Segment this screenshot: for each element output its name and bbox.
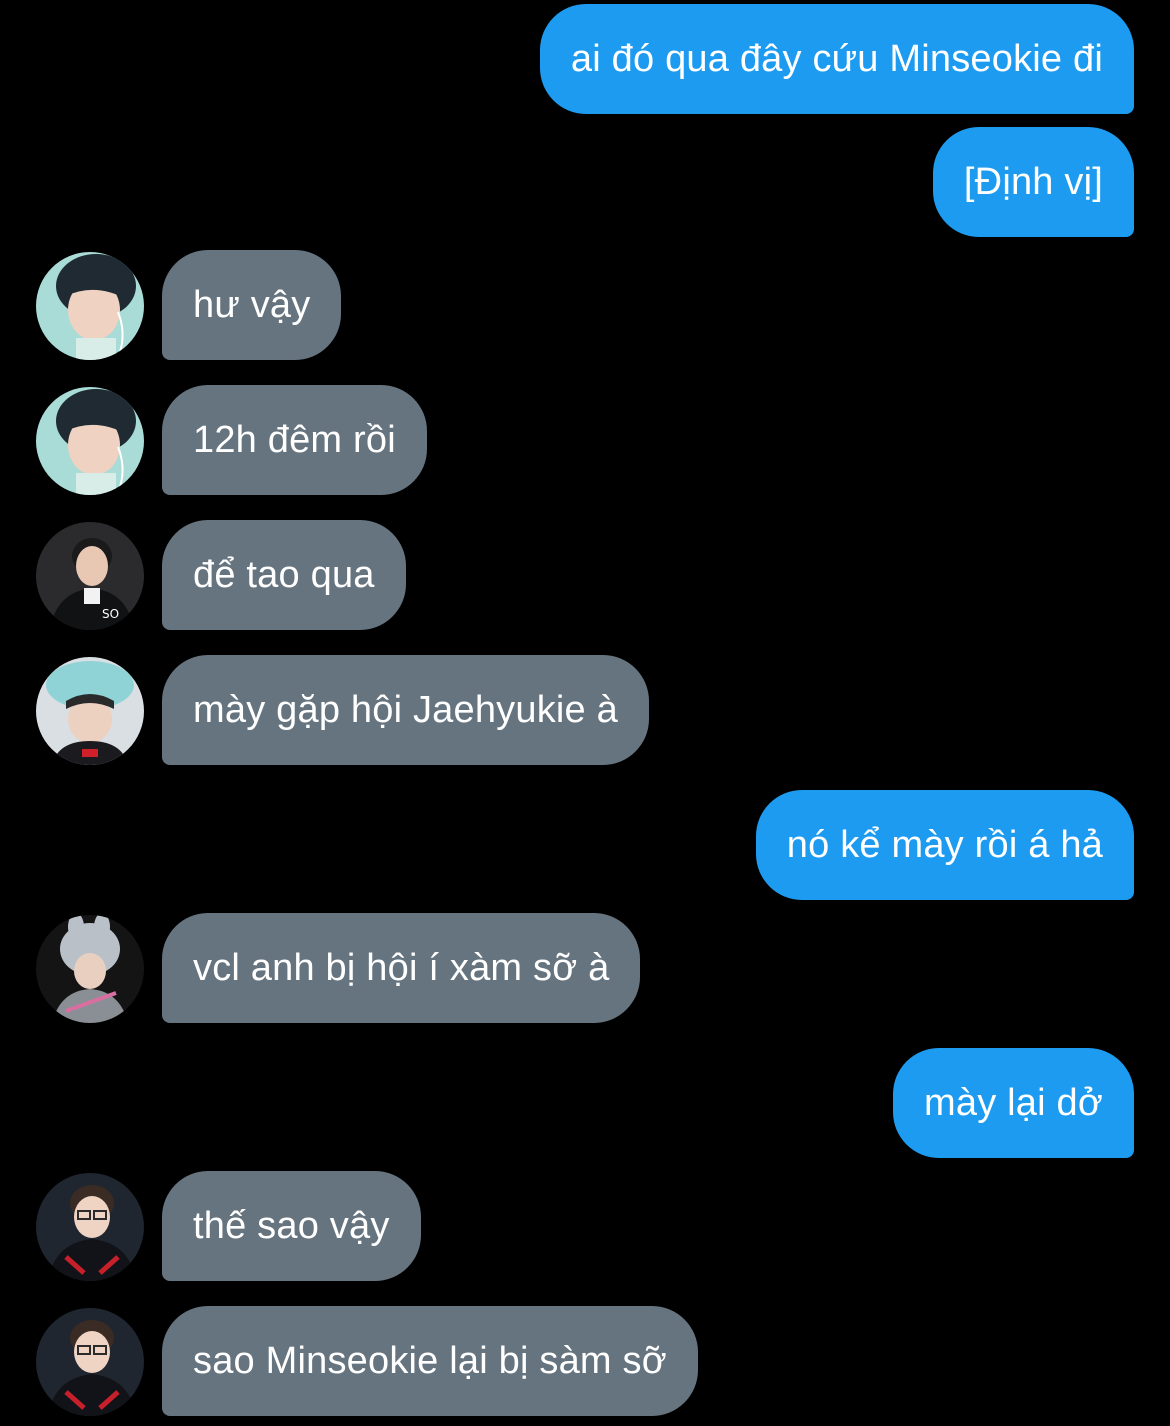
message-text: sao Minseokie lại bị sàm sỡ <box>193 1339 667 1382</box>
message-text: thế sao vậy <box>193 1204 390 1247</box>
outgoing-message-bubble[interactable]: ai đó qua đây cứu Minseokie đi <box>539 4 1134 114</box>
avatar[interactable] <box>36 252 144 360</box>
message-text: 12h đêm rồi <box>193 418 396 461</box>
incoming-message-bubble[interactable]: 12h đêm rồi <box>162 385 427 495</box>
message-text: mày gặp hội Jaehyukie à <box>193 688 618 731</box>
bunny-hat-avatar-icon <box>36 915 144 1023</box>
incoming-message-bubble[interactable]: để tao qua <box>162 520 406 630</box>
message-text: nó kể mày rồi á hả <box>786 823 1103 866</box>
message-text: hư vậy <box>193 283 311 326</box>
plush-hat-avatar-icon <box>36 657 144 765</box>
outgoing-message-bubble[interactable]: nó kể mày rồi á hả <box>755 790 1134 900</box>
message-thread: ai đó qua đây cứu Minseokie đi [Định vị]… <box>0 0 1170 1426</box>
boy-earphones-avatar-icon <box>36 252 144 360</box>
message-text: để tao qua <box>193 553 375 596</box>
avatar[interactable] <box>36 1173 144 1281</box>
avatar[interactable] <box>36 387 144 495</box>
boy-earphones-avatar-icon <box>36 387 144 495</box>
svg-text:SO: SO <box>102 607 119 621</box>
incoming-message-bubble[interactable]: sao Minseokie lại bị sàm sỡ <box>162 1306 698 1416</box>
black-jacket-avatar-icon: SO <box>36 522 144 630</box>
avatar[interactable] <box>36 915 144 1023</box>
outgoing-message-bubble[interactable]: mày lại dở <box>893 1048 1134 1158</box>
incoming-message-bubble[interactable]: thế sao vậy <box>162 1171 421 1281</box>
incoming-message-bubble[interactable]: mày gặp hội Jaehyukie à <box>162 655 649 765</box>
incoming-message-bubble[interactable]: hư vậy <box>162 250 342 360</box>
outgoing-message-bubble[interactable]: [Định vị] <box>932 127 1134 237</box>
avatar[interactable]: SO <box>36 522 144 630</box>
avatar[interactable] <box>36 657 144 765</box>
message-text: [Định vị] <box>963 160 1103 203</box>
avatar[interactable] <box>36 1308 144 1416</box>
message-text: ai đó qua đây cứu Minseokie đi <box>570 37 1103 80</box>
glasses-jersey-avatar-icon <box>36 1308 144 1416</box>
glasses-jersey-avatar-icon <box>36 1173 144 1281</box>
message-text: mày lại dở <box>924 1081 1103 1124</box>
message-text: vcl anh bị hội í xàm sỡ à <box>193 946 610 989</box>
incoming-message-bubble[interactable]: vcl anh bị hội í xàm sỡ à <box>162 913 641 1023</box>
